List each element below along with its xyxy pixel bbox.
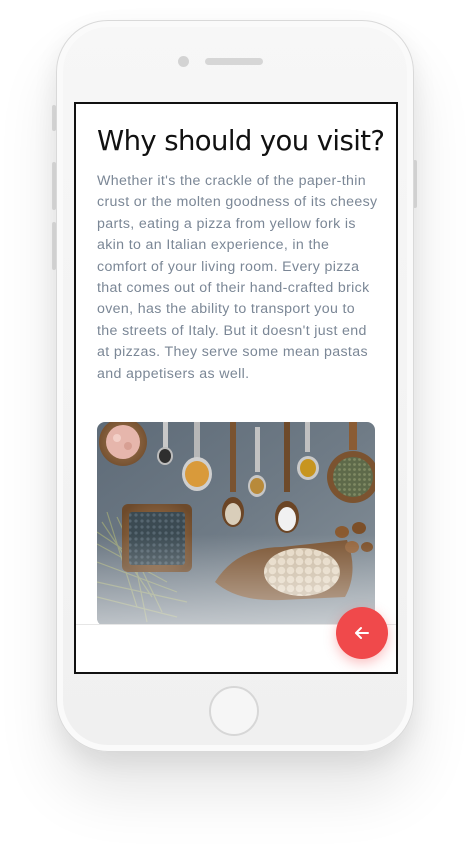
back-button[interactable] bbox=[336, 607, 388, 659]
arrow-left-icon bbox=[355, 627, 369, 639]
article-title: Why should you visit? bbox=[97, 125, 385, 157]
earpiece-speaker bbox=[205, 58, 263, 65]
article-body: Whether it's the crackle of the paper-th… bbox=[97, 173, 378, 382]
phone-screen: Why should you visit? Whether it's the c… bbox=[74, 102, 398, 674]
home-button bbox=[209, 686, 259, 736]
hero-image bbox=[97, 422, 375, 626]
front-camera bbox=[178, 56, 189, 67]
spices-photo-icon bbox=[97, 422, 375, 626]
article-content: Why should you visit? Whether it's the c… bbox=[97, 124, 385, 385]
stage: Why should you visit? Whether it's the c… bbox=[0, 0, 470, 846]
